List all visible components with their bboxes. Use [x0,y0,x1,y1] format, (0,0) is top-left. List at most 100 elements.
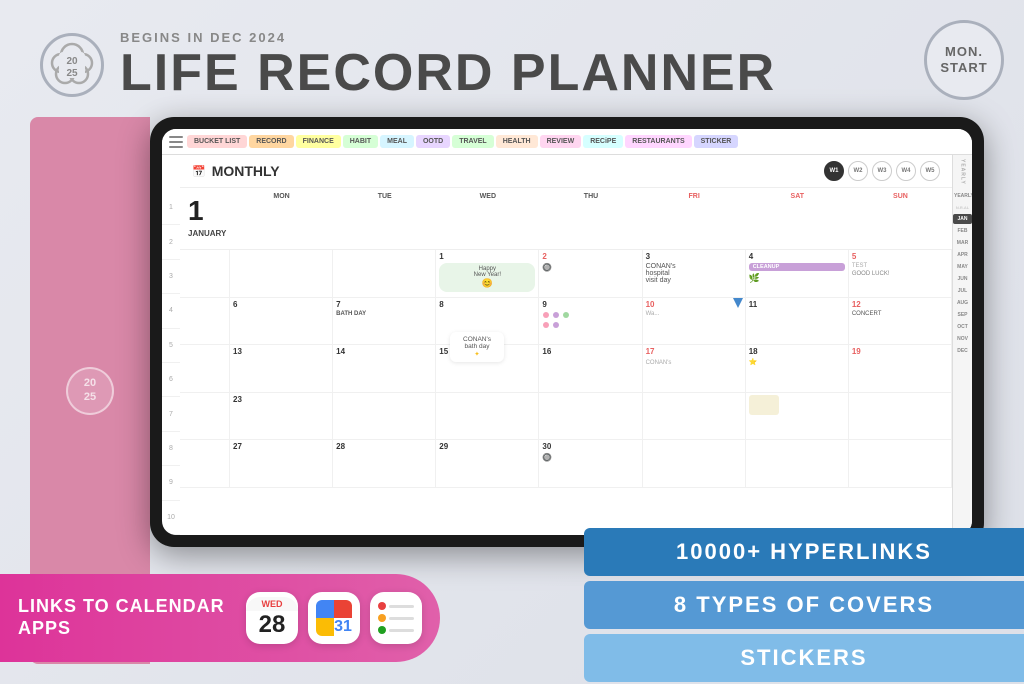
calendar-main: 📅 MONTHLY W1 W2 W3 W4 W5 [180,155,952,535]
cal-cell-29b: 29 [436,440,539,487]
week-badge-w4[interactable]: W4 [896,161,916,181]
reminder-line-3 [389,629,414,632]
jul-tab[interactable]: JUL [953,286,972,296]
gcal-cell-yellow [316,618,334,636]
gcal-grid: 31 [316,600,352,636]
tab-finance[interactable]: FINANCE [296,135,341,148]
left-cover-logo: 20 25 [66,367,114,415]
cal-cell-empty-su [849,440,952,487]
jun-tab[interactable]: JUN [953,274,972,284]
day-mon: MON [230,191,333,246]
cal-week-4: 23 [180,393,952,441]
day-sun: SUN [849,191,952,246]
tab-record[interactable]: RECORD [249,135,293,148]
yearly-tab[interactable]: YEARLY [953,191,972,201]
week-badge-w5[interactable]: W5 [920,161,940,181]
week-badge-w3[interactable]: W3 [872,161,892,181]
jan-tab[interactable]: JAN [953,214,972,224]
app-reminders[interactable] [370,592,422,644]
tab-habit[interactable]: HABIT [343,135,378,148]
gcal-cell-green: 31 [334,618,352,636]
cal-cell-empty-s [746,440,849,487]
badge-stickers: STICKERS [584,634,1024,682]
day-thu: THU [539,191,642,246]
pink-links-banner: LINKS TO CALENDAR APPS WED 28 31 [0,574,440,662]
row-numbers: 1 2 3 4 5 6 7 8 9 10 [162,155,180,535]
header: 20 25 BEGINS IN DEC 2024 LIFE RECORD PLA… [40,30,776,99]
day-wed: WED [436,191,539,246]
apr-tab[interactable]: APR [953,250,972,260]
tab-recipe[interactable]: RECiPE [583,135,623,148]
tab-ootd[interactable]: OOTD [416,135,450,148]
gcal-cell-blue [316,600,334,618]
tab-review[interactable]: REVIEW [540,135,582,148]
blue-badges: 10000+ HYPERLINKS 8 TYPES OF COVERS STIC… [584,528,1024,682]
sep-tab[interactable]: SEP [953,310,972,320]
tab-restaurants[interactable]: RESTAURANTS [625,135,691,148]
cal-cell-10: 10 Wa... [643,298,746,345]
app-gcal[interactable]: 31 [308,592,360,644]
cal-cell-26 [539,393,642,440]
cal-cell-30: 30 🔘 [539,440,642,487]
cal-week-3: 13 14 15 16 [180,345,952,393]
tab-health[interactable]: HEALTH [496,135,538,148]
svg-text:20: 20 [66,56,78,67]
week-num-5 [180,440,230,487]
svg-text:25: 25 [66,68,78,79]
may-tab[interactable]: MAY [953,262,972,272]
cal-cell-6: 6 [230,298,333,345]
yearly-label: YEARLY [960,159,966,185]
cal-cell-12: 12 CONCERT [849,298,952,345]
title-block: BEGINS IN DEC 2024 LIFE RECORD PLANNER [120,30,776,99]
cal-cell-14: 14 [333,345,436,392]
cal-cell-18: 18 ⭐ [746,345,849,392]
badge-stickers-text: STICKERS [740,645,867,671]
mar-tab[interactable]: MAR [953,238,972,248]
app-cal-date[interactable]: WED 28 [246,592,298,644]
week-badge-w1[interactable]: W1 [824,161,844,181]
tablet-screen: BUCKET LIST RECORD FINANCE HABIT MEAL OO… [162,129,972,535]
cal-cell-5: 5 TEST GOOD LUCK! [849,250,952,297]
cal-cell-7: 7 BATH DAY [333,298,436,345]
app-cal-day: WED [246,597,298,611]
week-num-4 [180,393,230,440]
yrly-tab[interactable]: N.R.AL [953,203,972,212]
cal-cell-31 [643,440,746,487]
gcal-number: 31 [334,618,352,636]
row-num-8: 8 [162,432,180,466]
cal-cell-1: 1 Happy New Year! 😊 [436,250,539,297]
badge-hyperlinks: 10000+ HYPERLINKS [584,528,1024,576]
tab-bucket[interactable]: BUCKET LIST [187,135,247,148]
main-title: LIFE RECORD PLANNER [120,47,776,99]
cal-week-2: 6 7 BATH DAY 8 [180,298,952,346]
row-num-3: 3 [162,260,180,294]
feb-tab[interactable]: FEB [953,226,972,236]
links-text: LINKS TO CALENDAR APPS [18,596,232,639]
mon-start-badge: MON.START [924,20,1004,100]
nov-tab[interactable]: NOV [953,334,972,344]
tab-sticker[interactable]: STICKER [694,135,739,148]
dec-tab[interactable]: DEC [953,346,972,356]
cal-cell-27 [643,393,746,440]
aug-tab[interactable]: AUG [953,298,972,308]
week-badge-w2[interactable]: W2 [848,161,868,181]
tab-meal[interactable]: MEAL [380,135,414,148]
row-num-2: 2 [162,225,180,259]
month-label: JANUARY [188,229,226,238]
cal-cell-empty2 [333,250,436,297]
cal-cell-28 [746,393,849,440]
week-badges: W1 W2 W3 W4 W5 [824,161,940,181]
oct-tab[interactable]: OCT [953,322,972,332]
reminder-line-1 [389,605,414,608]
cal-grid: 1 Happy New Year! 😊 2 [180,250,952,535]
row-num-9: 9 [162,466,180,500]
app-cal-num: 28 [259,611,286,639]
calendar-area: 1 2 3 4 5 6 7 8 9 10 [162,155,972,535]
cal-cell-28b: 28 [333,440,436,487]
row-num-7: 7 [162,397,180,431]
hamburger-icon[interactable] [166,136,186,148]
subtitle-text: BEGINS IN DEC 2024 [120,30,776,45]
week-num-3 [180,345,230,392]
cal-cell-4: 4 CLEANUP 🌿 [746,250,849,297]
tab-travel[interactable]: TRAVEL [452,135,493,148]
